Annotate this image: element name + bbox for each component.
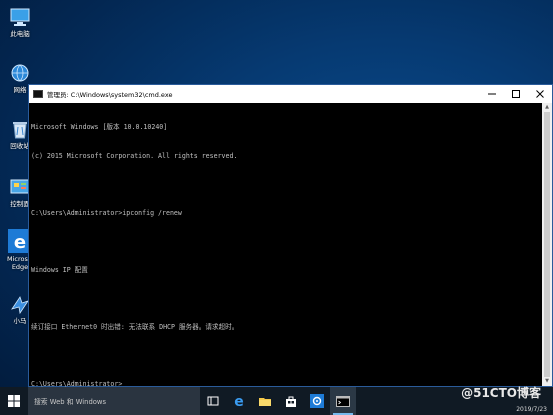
vertical-scrollbar[interactable]: ▲ ▼ xyxy=(542,103,552,386)
taskbar-file-explorer-button[interactable] xyxy=(252,387,278,415)
this-pc-icon xyxy=(9,6,31,28)
watermark-text: @51CTO博客 xyxy=(461,386,541,400)
task-view-button[interactable] xyxy=(200,387,226,415)
settings-icon xyxy=(310,394,324,408)
windows-logo-icon xyxy=(8,395,20,407)
console-line: ​ xyxy=(31,237,541,247)
system-tray: @51CTO博客 2019/7/23 xyxy=(449,387,549,415)
search-placeholder: 搜索 Web 和 Windows xyxy=(34,398,107,406)
console-line: ​ xyxy=(31,180,541,190)
clock-date[interactable]: 2019/7/23 xyxy=(516,405,547,414)
svg-text:e: e xyxy=(14,232,26,253)
maximize-button[interactable] xyxy=(504,85,528,103)
taskbar: 搜索 Web 和 Windows e @51CTO博客 2019/7/23 xyxy=(0,387,553,415)
scroll-up-arrow-icon[interactable]: ▲ xyxy=(542,103,552,112)
scrollbar-thumb[interactable] xyxy=(544,112,550,377)
minimize-icon xyxy=(488,93,496,95)
console-output[interactable]: Microsoft Windows [版本 10.0.10240] (c) 20… xyxy=(30,103,541,388)
svg-text:e: e xyxy=(234,394,244,408)
cmd-icon xyxy=(336,395,350,407)
console-line: 续订接口 Ethernet0 时出错: 无法联系 DHCP 服务器。请求超时。 xyxy=(31,322,239,331)
maximize-icon xyxy=(512,90,520,98)
network-icon xyxy=(9,62,31,84)
file-explorer-icon xyxy=(259,398,271,406)
taskbar-search-box[interactable]: 搜索 Web 和 Windows xyxy=(28,387,200,415)
close-button[interactable] xyxy=(528,85,552,103)
cmd-window[interactable]: 管理员: C:\Windows\system32\cmd.exe Microso… xyxy=(28,84,553,388)
console-line: Microsoft Windows [版本 10.0.10240] xyxy=(31,123,168,131)
console-line: ​ xyxy=(31,294,541,304)
task-view-icon xyxy=(207,396,219,406)
console-line: Windows IP 配置 xyxy=(31,265,88,274)
desktop-icon-label: 此电脑 xyxy=(10,30,30,38)
console-line: (c) 2015 Microsoft Corporation. All righ… xyxy=(31,151,238,160)
store-icon xyxy=(286,396,296,407)
taskbar-store-button[interactable] xyxy=(278,387,304,415)
start-button[interactable] xyxy=(0,387,28,415)
console-line: C:\Users\Administrator>ipconfig /renew xyxy=(31,208,182,217)
console-line: ​ xyxy=(31,351,541,361)
minimize-button[interactable] xyxy=(480,85,504,103)
taskbar-cmd-button[interactable] xyxy=(330,387,356,415)
close-icon xyxy=(536,90,544,98)
taskbar-settings-button[interactable] xyxy=(304,387,330,415)
window-title: 管理员: C:\Windows\system32\cmd.exe xyxy=(47,91,173,99)
desktop-icon-this-pc[interactable]: 此电脑 xyxy=(0,6,40,38)
window-titlebar[interactable]: 管理员: C:\Windows\system32\cmd.exe xyxy=(29,85,552,103)
edge-icon: e xyxy=(234,394,244,408)
cmd-app-icon xyxy=(33,90,43,98)
scroll-down-arrow-icon[interactable]: ▼ xyxy=(542,377,552,386)
taskbar-edge-button[interactable]: e xyxy=(226,387,252,415)
